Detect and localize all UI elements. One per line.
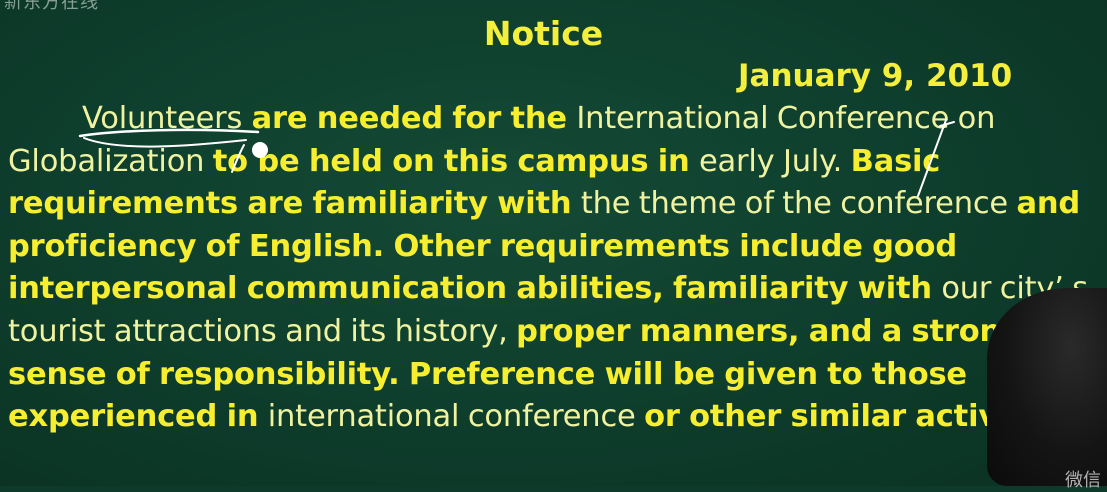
notice-title: Notice: [483, 14, 604, 53]
notice-segment: to be held on this campus in: [212, 143, 699, 179]
chalkboard: 新东方在线 Notice January 9, 2010 Volunteers …: [0, 0, 1107, 491]
notice-segment: are needed for the: [242, 101, 577, 136]
notice-segment: the theme of the conference: [580, 186, 1017, 222]
presenter-silhouette: [987, 288, 1107, 486]
notice-segment: international conference: [267, 399, 645, 435]
notice-date: January 9, 2010: [738, 58, 1013, 94]
channel-logo-text: 新东方在线: [4, 0, 99, 13]
notice-body: Volunteers are needed for the Internatio…: [8, 98, 1100, 439]
notice-segment: Volunteers: [82, 101, 243, 136]
notice-segment: early July.: [698, 143, 851, 179]
watermark-text: 微信: [1065, 470, 1101, 491]
